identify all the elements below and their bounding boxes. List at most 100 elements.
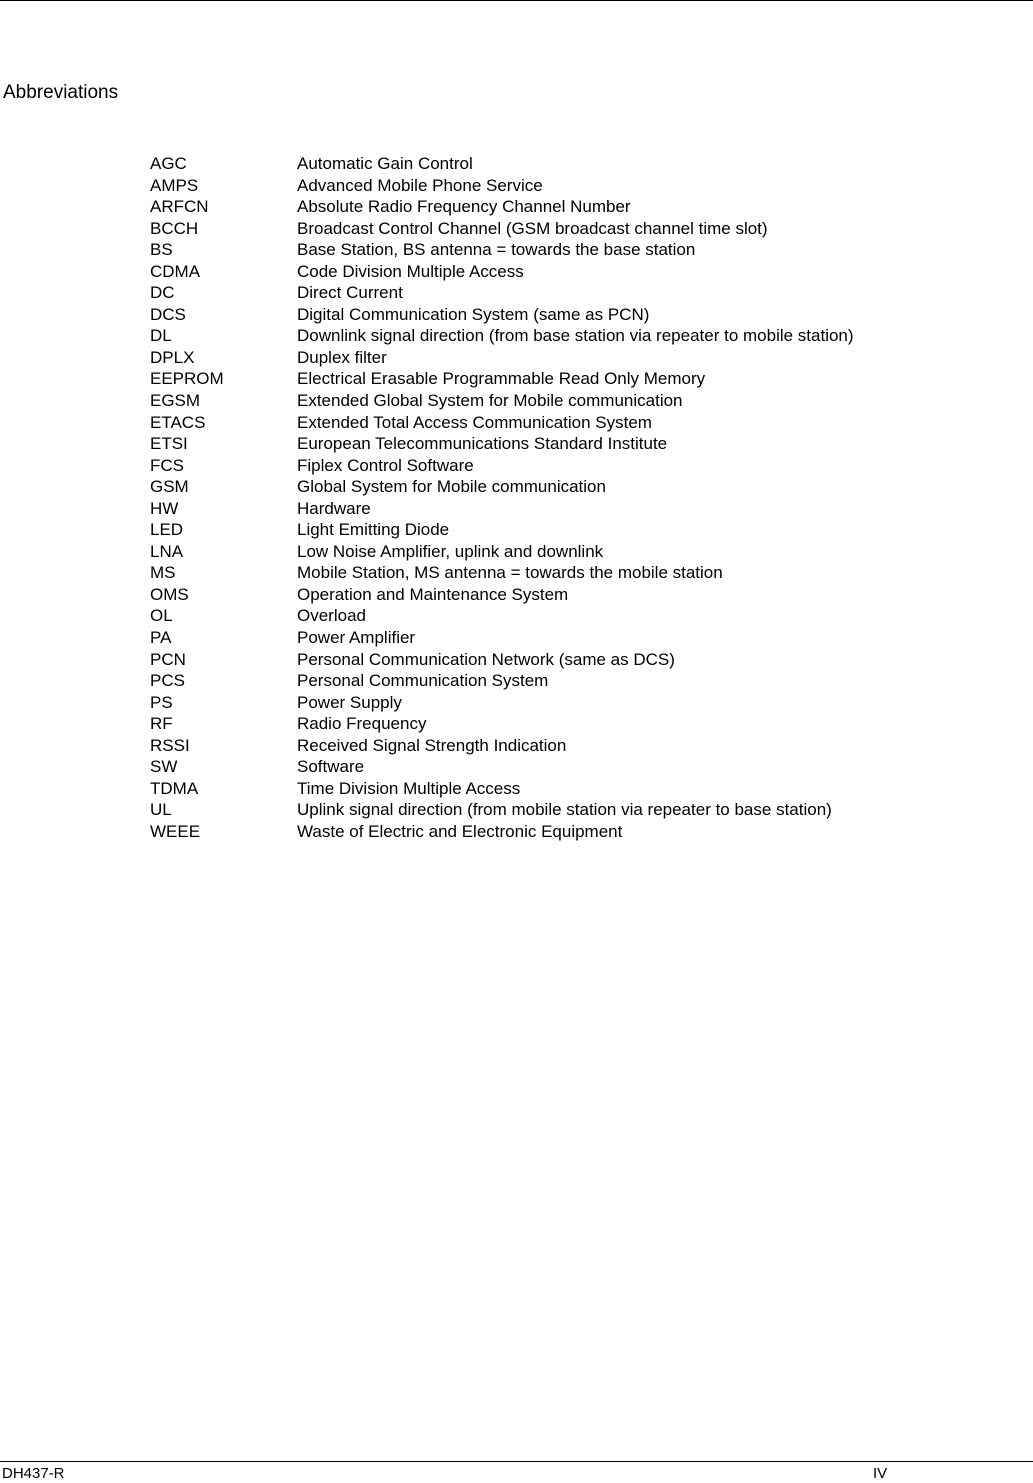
abbreviation-definition: Direct Current (297, 283, 403, 303)
abbreviation-row: OMS Operation and Maintenance System (150, 584, 854, 606)
abbreviation-row: PCS Personal Communication System (150, 670, 854, 692)
abbreviation-row: RF Radio Frequency (150, 713, 854, 735)
abbreviation-definition: Personal Communication System (297, 671, 549, 691)
abbreviation-row: EEPROM Electrical Erasable Programmable R… (150, 368, 854, 390)
abbreviation-row: CDMA Code Division Multiple Access (150, 261, 854, 283)
abbreviation-definition: Received Signal Strength Indication (297, 735, 567, 755)
abbreviation-row: ARFCN Absolute Radio Frequency Channel Nu… (150, 196, 854, 218)
abbreviation-term: BCCH (150, 218, 199, 238)
abbreviation-row: AMPS Advanced Mobile Phone Service (150, 175, 854, 197)
abbreviation-row: MS Mobile Station, MS antenna = towards t… (150, 562, 854, 584)
abbreviation-row: WEEE Waste of Electric and Electronic Equ… (150, 821, 854, 843)
footer-rule (0, 1461, 1033, 1462)
abbreviation-row: AGC Automatic Gain Control (150, 153, 854, 175)
abbreviation-row: GSM Global System for Mobile communicatio… (150, 476, 854, 498)
abbreviation-term: ARFCN (150, 197, 209, 217)
abbreviation-row: PS Power Supply (150, 692, 854, 714)
abbreviation-term: ETSI (150, 434, 188, 454)
abbreviation-row: PCN Personal Communication Network (same … (150, 649, 854, 671)
abbreviation-term: LNA (150, 541, 184, 561)
abbreviation-row: TDMA Time Division Multiple Access (150, 778, 854, 800)
abbreviation-term: DL (150, 326, 172, 346)
abbreviation-definition: Hardware (297, 498, 371, 518)
abbreviation-term: BS (150, 240, 173, 260)
abbreviation-row: ETSI European Telecommunications Standard… (150, 433, 854, 455)
abbreviation-definition: Radio Frequency (297, 714, 427, 734)
abbreviation-term: GSM (150, 477, 189, 497)
abbreviation-term: PS (150, 692, 173, 712)
abbreviation-definition: Code Division Multiple Access (297, 261, 524, 281)
abbreviation-term: UL (150, 800, 172, 820)
abbreviation-term: DCS (150, 304, 186, 324)
abbreviation-row: BS Base Station, BS antenna = towards the… (150, 239, 854, 261)
page-title: Abbreviations (3, 82, 119, 103)
abbreviation-definition: Fiplex Control Software (297, 455, 474, 475)
abbreviation-term: EGSM (150, 391, 201, 411)
abbreviation-term: PCS (150, 671, 185, 691)
abbreviation-row: DL Downlink signal direction (from base s… (150, 325, 854, 347)
abbreviation-row: DPLX Duplex filter (150, 347, 854, 369)
abbreviation-definition: European Telecommunications Standard Ins… (297, 434, 668, 454)
abbreviation-term: DC (150, 283, 175, 303)
footer-document-id: DH437-R (2, 1465, 65, 1482)
abbreviation-definition: Uplink signal direction (from mobile sta… (297, 800, 832, 820)
abbreviation-term: SW (150, 757, 178, 777)
abbreviation-definition: Mobile Station, MS antenna = towards the… (297, 563, 723, 583)
abbreviation-definition: Overload (297, 606, 366, 626)
abbreviation-row: ETACS Extended Total Access Communication… (150, 412, 854, 434)
abbreviation-term: TDMA (150, 778, 199, 798)
abbreviation-definition: Time Division Multiple Access (297, 778, 521, 798)
abbreviation-list: AGC Automatic Gain Control AMPS Advanced Mo… (150, 153, 854, 843)
abbreviation-term: RSSI (150, 735, 190, 755)
abbreviation-term: AMPS (150, 175, 199, 195)
abbreviation-term: PA (150, 628, 172, 648)
abbreviation-row: RSSI Received Signal Strength Indication (150, 735, 854, 757)
abbreviation-term: PCN (150, 649, 186, 669)
abbreviation-definition: Electrical Erasable Programmable Read On… (297, 369, 706, 389)
abbreviation-row: LNA Low Noise Amplifier, uplink and downl… (150, 541, 854, 563)
abbreviation-definition: Automatic Gain Control (297, 154, 473, 173)
abbreviation-definition: Personal Communication Network (same as … (297, 649, 675, 669)
abbreviation-term: DPLX (150, 347, 195, 367)
abbreviation-term: ETACS (150, 412, 206, 432)
abbreviation-definition: Duplex filter (297, 347, 387, 367)
abbreviation-term: CDMA (150, 261, 201, 281)
abbreviation-row: OL Overload (150, 605, 854, 627)
abbreviation-row: DCS Digital Communication System (same as… (150, 304, 854, 326)
abbreviation-term: OMS (150, 584, 189, 604)
abbreviation-term: RF (150, 714, 173, 734)
abbreviation-row: EGSM Extended Global System for Mobile co… (150, 390, 854, 412)
abbreviation-term: MS (150, 563, 176, 583)
abbreviation-definition: Extended Total Access Communication Syst… (297, 412, 652, 432)
abbreviation-definition: Broadcast Control Channel (GSM broadcast… (297, 218, 768, 238)
abbreviation-term: AGC (150, 154, 187, 173)
abbreviation-term: FCS (150, 455, 184, 475)
abbreviation-definition: Power Amplifier (297, 628, 416, 648)
abbreviation-term: WEEE (150, 821, 201, 841)
abbreviation-definition: Operation and Maintenance System (297, 584, 569, 604)
abbreviation-definition: Downlink signal direction (from base sta… (297, 326, 854, 346)
abbreviation-row: HW Hardware (150, 498, 854, 520)
abbreviation-definition: Base Station, BS antenna = towards the b… (297, 240, 696, 260)
abbreviation-definition: Advanced Mobile Phone Service (297, 175, 543, 195)
footer-page-number: IV (873, 1465, 888, 1482)
abbreviation-definition: Global System for Mobile communication (297, 477, 606, 497)
abbreviation-row: UL Uplink signal direction (from mobile s… (150, 799, 854, 821)
abbreviation-definition: Light Emitting Diode (297, 520, 450, 540)
abbreviation-definition: Power Supply (297, 692, 402, 712)
abbreviation-term: OL (150, 606, 173, 626)
abbreviation-term: HW (150, 498, 179, 518)
abbreviation-definition: Extended Global System for Mobile commun… (297, 391, 683, 411)
abbreviation-definition: Digital Communication System (same as PC… (297, 304, 650, 324)
abbreviation-row: FCS Fiplex Control Software (150, 455, 854, 477)
abbreviation-definition: Absolute Radio Frequency Channel Number (297, 197, 631, 217)
abbreviation-row: SW Software (150, 756, 854, 778)
abbreviation-definition: Software (297, 757, 365, 777)
abbreviation-definition: Low Noise Amplifier, uplink and downlink (297, 541, 604, 561)
abbreviation-term: LED (150, 520, 184, 540)
abbreviation-row: LED Light Emitting Diode (150, 519, 854, 541)
abbreviation-row: DC Direct Current (150, 282, 854, 304)
abbreviation-row: PA Power Amplifier (150, 627, 854, 649)
abbreviation-row: BCCH Broadcast Control Channel (GSM broad… (150, 218, 854, 240)
abbreviation-definition: Waste of Electric and Electronic Equipme… (297, 821, 623, 841)
